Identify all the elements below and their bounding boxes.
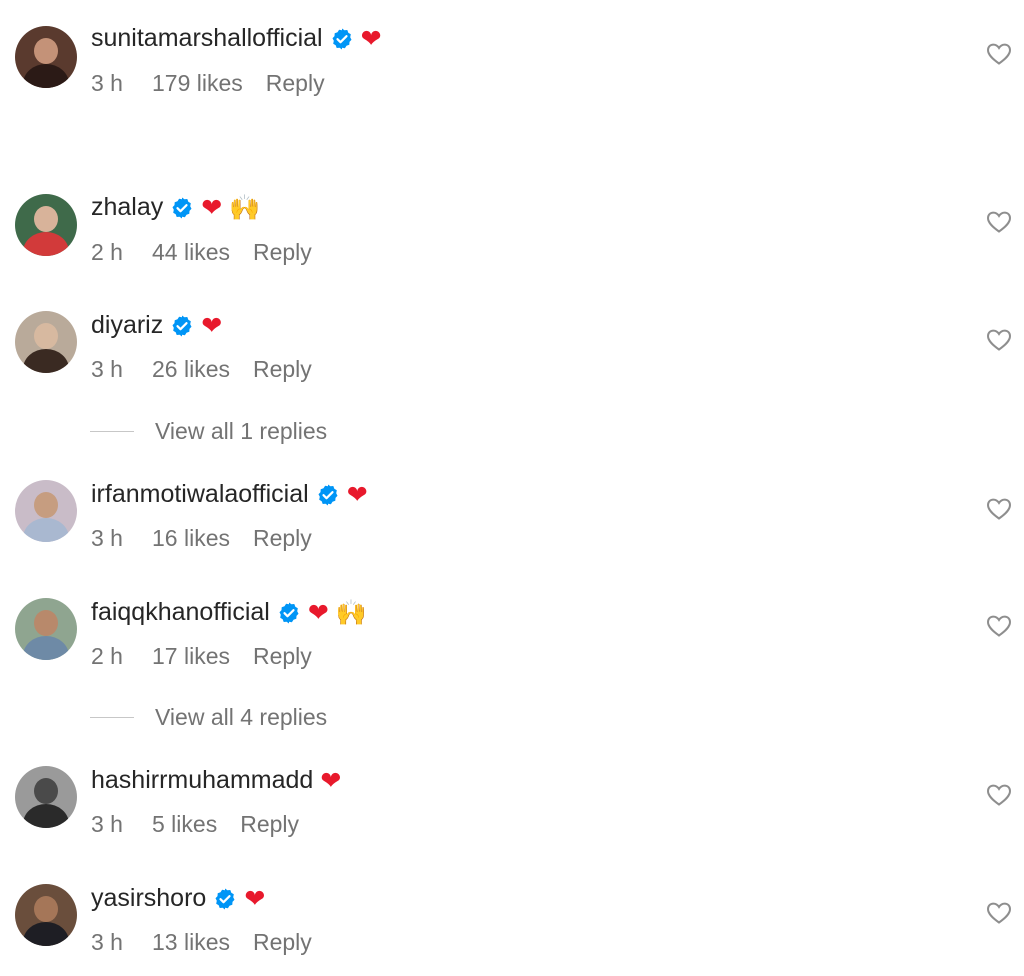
avatar-body bbox=[23, 64, 69, 88]
reply-button[interactable]: Reply bbox=[240, 811, 299, 838]
view-replies-label[interactable]: View all 1 replies bbox=[155, 418, 327, 445]
likes-count[interactable]: 13 likes bbox=[152, 929, 230, 956]
comment-time: 2 h bbox=[91, 239, 123, 265]
divider-line bbox=[90, 717, 134, 718]
username[interactable]: yasirshoro bbox=[91, 884, 206, 913]
verified-badge-icon bbox=[330, 27, 354, 51]
heart-outline-icon[interactable] bbox=[986, 42, 1012, 66]
likes-count[interactable]: 26 likes bbox=[152, 356, 230, 383]
avatar[interactable] bbox=[15, 26, 77, 88]
username[interactable]: sunitamarshallofficial bbox=[91, 24, 323, 53]
comment-time: 3 h bbox=[91, 811, 123, 837]
raised-hands-emoji: 🙌 bbox=[229, 193, 261, 222]
heart-outline-icon[interactable] bbox=[986, 210, 1012, 234]
reply-button[interactable]: Reply bbox=[253, 929, 312, 956]
avatar[interactable] bbox=[15, 884, 77, 946]
comment-item: faiqqkhanofficial ❤ 🙌 2 h 17 likes Reply bbox=[0, 595, 1024, 675]
likes-count[interactable]: 16 likes bbox=[152, 525, 230, 552]
likes-count[interactable]: 17 likes bbox=[152, 643, 230, 670]
verified-badge-icon bbox=[277, 601, 301, 625]
verified-badge-icon bbox=[170, 314, 194, 338]
reply-button[interactable]: Reply bbox=[253, 525, 312, 552]
reply-button[interactable]: Reply bbox=[266, 70, 325, 97]
heart-outline-icon[interactable] bbox=[986, 614, 1012, 638]
avatar-head bbox=[34, 38, 58, 64]
likes-count[interactable]: 179 likes bbox=[152, 70, 243, 97]
comment-time: 3 h bbox=[91, 356, 123, 382]
heart-outline-icon[interactable] bbox=[986, 901, 1012, 925]
raised-hands-emoji: 🙌 bbox=[335, 598, 367, 627]
comment-time: 3 h bbox=[91, 525, 123, 551]
avatar-body bbox=[23, 922, 69, 946]
view-replies-label[interactable]: View all 4 replies bbox=[155, 704, 327, 731]
heart-outline-icon[interactable] bbox=[986, 328, 1012, 352]
avatar[interactable] bbox=[15, 311, 77, 373]
heart-emoji: ❤ bbox=[201, 193, 223, 222]
comment-item: zhalay ❤ 🙌 2 h 44 likes Reply bbox=[0, 191, 1024, 271]
heart-emoji: ❤ bbox=[320, 766, 342, 795]
avatar-body bbox=[23, 804, 69, 828]
comment-item: hashirrmuhammadd ❤ 3 h 5 likes Reply bbox=[0, 763, 1024, 843]
username[interactable]: irfanmotiwalaofficial bbox=[91, 480, 309, 509]
verified-badge-icon bbox=[316, 483, 340, 507]
avatar[interactable] bbox=[15, 194, 77, 256]
comment-item: yasirshoro ❤ 3 h 13 likes Reply bbox=[0, 882, 1024, 962]
likes-count[interactable]: 5 likes bbox=[152, 811, 217, 838]
reply-button[interactable]: Reply bbox=[253, 643, 312, 670]
comment-time: 3 h bbox=[91, 929, 123, 955]
likes-count[interactable]: 44 likes bbox=[152, 239, 230, 266]
avatar-body bbox=[23, 636, 69, 660]
avatar-body bbox=[23, 518, 69, 542]
avatar-head bbox=[34, 492, 58, 518]
avatar-body bbox=[23, 232, 69, 256]
heart-emoji: ❤ bbox=[244, 884, 266, 913]
heart-emoji: ❤ bbox=[346, 480, 368, 509]
heart-outline-icon[interactable] bbox=[986, 497, 1012, 521]
avatar-head bbox=[34, 896, 58, 922]
divider-line bbox=[90, 431, 134, 432]
view-replies-button[interactable]: View all 1 replies bbox=[90, 418, 327, 445]
avatar-body bbox=[23, 349, 69, 373]
view-replies-button[interactable]: View all 4 replies bbox=[90, 704, 327, 731]
comment-time: 2 h bbox=[91, 643, 123, 669]
heart-emoji: ❤ bbox=[307, 598, 329, 627]
avatar-head bbox=[34, 323, 58, 349]
avatar-head bbox=[34, 610, 58, 636]
avatar-head bbox=[34, 778, 58, 804]
username[interactable]: faiqqkhanofficial bbox=[91, 598, 270, 627]
heart-emoji: ❤ bbox=[360, 24, 382, 53]
username[interactable]: zhalay bbox=[91, 193, 163, 222]
comment-time: 3 h bbox=[91, 70, 123, 96]
username[interactable]: diyariz bbox=[91, 311, 163, 340]
avatar-head bbox=[34, 206, 58, 232]
verified-badge-icon bbox=[213, 887, 237, 911]
heart-emoji: ❤ bbox=[201, 311, 223, 340]
heart-outline-icon[interactable] bbox=[986, 783, 1012, 807]
comment-item: sunitamarshallofficial ❤ 3 h 179 likes R… bbox=[0, 22, 1024, 102]
comment-item: irfanmotiwalaofficial ❤ 3 h 16 likes Rep… bbox=[0, 477, 1024, 557]
avatar[interactable] bbox=[15, 598, 77, 660]
reply-button[interactable]: Reply bbox=[253, 356, 312, 383]
avatar[interactable] bbox=[15, 480, 77, 542]
username[interactable]: hashirrmuhammadd bbox=[91, 766, 313, 795]
verified-badge-icon bbox=[170, 196, 194, 220]
reply-button[interactable]: Reply bbox=[253, 239, 312, 266]
avatar[interactable] bbox=[15, 766, 77, 828]
comment-item: diyariz ❤ 3 h 26 likes Reply bbox=[0, 308, 1024, 388]
